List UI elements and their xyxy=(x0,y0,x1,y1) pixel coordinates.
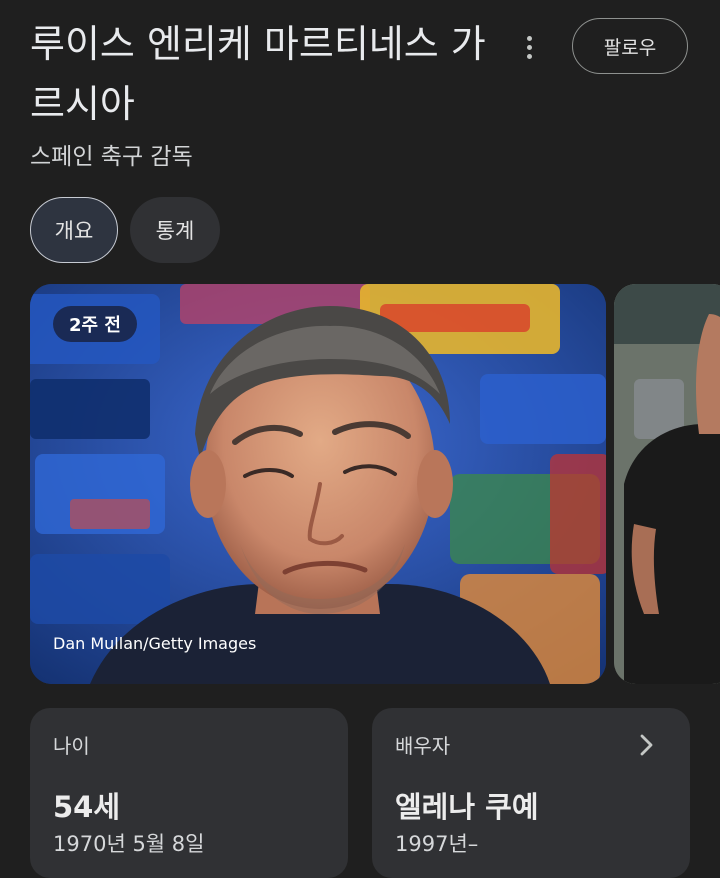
birth-date: 1970년 5월 8일 xyxy=(53,832,205,856)
chevron-right-icon[interactable] xyxy=(634,733,658,757)
spouse-value: 엘레나 쿠예 xyxy=(395,790,539,824)
marriage-year: 1997년– xyxy=(395,832,479,856)
age-label: 나이 xyxy=(53,734,90,758)
time-badge: 2주 전 xyxy=(53,306,137,342)
page-title: 루이스 엔리케 마르티네스 가르시아 xyxy=(30,22,486,126)
spouse-card[interactable]: 배우자 엘레나 쿠예 1997년– xyxy=(372,708,690,878)
age-card[interactable]: 나이 54세 1970년 5월 8일 xyxy=(30,708,348,878)
follow-button[interactable]: 팔로우 xyxy=(572,18,688,74)
photo-credit: Dan Mullan/Getty Images xyxy=(53,634,257,653)
press-conference-image xyxy=(30,284,606,684)
news-photo[interactable]: 2주 전 Dan Mullan/Getty Images xyxy=(30,284,606,684)
more-vert-icon[interactable] xyxy=(512,28,546,66)
page-subtitle: 스페인 축구 감독 xyxy=(30,144,193,170)
age-value: 54세 xyxy=(53,790,121,824)
tab-stats[interactable]: 통계 xyxy=(130,197,220,263)
tab-overview[interactable]: 개요 xyxy=(30,197,118,263)
news-photo-2[interactable] xyxy=(614,284,720,684)
spouse-label: 배우자 xyxy=(395,734,451,758)
second-photo-image xyxy=(614,284,720,684)
